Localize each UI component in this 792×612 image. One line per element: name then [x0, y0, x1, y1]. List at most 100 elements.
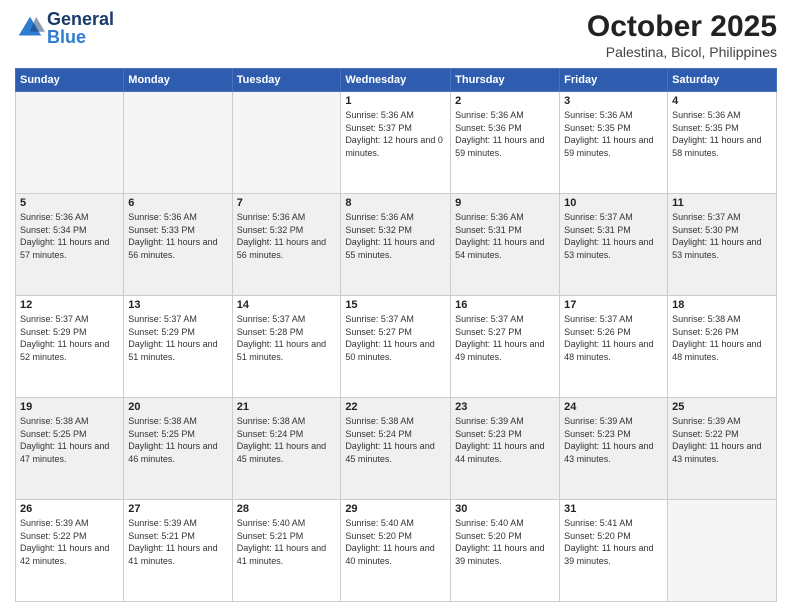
title-area: October 2025 Palestina, Bicol, Philippin…: [587, 10, 777, 60]
day-info: Sunrise: 5:40 AMSunset: 5:21 PMDaylight:…: [237, 517, 337, 567]
weekday-header: Monday: [124, 69, 232, 92]
calendar-day: 13 Sunrise: 5:37 AMSunset: 5:29 PMDayligh…: [124, 296, 232, 398]
calendar-day: 26 Sunrise: 5:39 AMSunset: 5:22 PMDayligh…: [16, 500, 124, 602]
weekday-header: Sunday: [16, 69, 124, 92]
weekday-header: Saturday: [668, 69, 777, 92]
day-number: 3: [564, 95, 663, 107]
day-number: 8: [345, 197, 446, 209]
header: General Blue October 2025 Palestina, Bic…: [15, 10, 777, 60]
day-number: 20: [128, 401, 227, 413]
calendar-day: 16 Sunrise: 5:37 AMSunset: 5:27 PMDayligh…: [451, 296, 560, 398]
day-number: 26: [20, 503, 119, 515]
day-info: Sunrise: 5:37 AMSunset: 5:27 PMDaylight:…: [455, 313, 555, 363]
day-info: Sunrise: 5:36 AMSunset: 5:32 PMDaylight:…: [237, 211, 337, 261]
header-row: SundayMondayTuesdayWednesdayThursdayFrid…: [16, 69, 777, 92]
calendar-day: 2 Sunrise: 5:36 AMSunset: 5:36 PMDaylight…: [451, 92, 560, 194]
day-info: Sunrise: 5:37 AMSunset: 5:30 PMDaylight:…: [672, 211, 772, 261]
day-number: 2: [455, 95, 555, 107]
day-number: 22: [345, 401, 446, 413]
day-info: Sunrise: 5:37 AMSunset: 5:31 PMDaylight:…: [564, 211, 663, 261]
calendar-day: 21 Sunrise: 5:38 AMSunset: 5:24 PMDayligh…: [232, 398, 341, 500]
day-number: 6: [128, 197, 227, 209]
day-info: Sunrise: 5:36 AMSunset: 5:32 PMDaylight:…: [345, 211, 446, 261]
day-info: Sunrise: 5:36 AMSunset: 5:36 PMDaylight:…: [455, 109, 555, 159]
day-number: 12: [20, 299, 119, 311]
day-number: 16: [455, 299, 555, 311]
logo-icon: [15, 13, 45, 43]
day-number: 21: [237, 401, 337, 413]
calendar-week: 19 Sunrise: 5:38 AMSunset: 5:25 PMDayligh…: [16, 398, 777, 500]
day-info: Sunrise: 5:36 AMSunset: 5:34 PMDaylight:…: [20, 211, 119, 261]
calendar-day: 7 Sunrise: 5:36 AMSunset: 5:32 PMDaylight…: [232, 194, 341, 296]
day-number: 23: [455, 401, 555, 413]
day-info: Sunrise: 5:39 AMSunset: 5:22 PMDaylight:…: [20, 517, 119, 567]
day-info: Sunrise: 5:37 AMSunset: 5:26 PMDaylight:…: [564, 313, 663, 363]
calendar-day: 14Sunrise: 5:37 AMSunset: 5:28 PMDayligh…: [232, 296, 341, 398]
day-number: 7: [237, 197, 337, 209]
calendar-day: [668, 500, 777, 602]
calendar-day: 19Sunrise: 5:38 AMSunset: 5:25 PMDayligh…: [16, 398, 124, 500]
day-info: Sunrise: 5:38 AMSunset: 5:25 PMDaylight:…: [128, 415, 227, 465]
calendar-day: 28 Sunrise: 5:40 AMSunset: 5:21 PMDayligh…: [232, 500, 341, 602]
calendar-day: 25Sunrise: 5:39 AMSunset: 5:22 PMDayligh…: [668, 398, 777, 500]
day-info: Sunrise: 5:39 AMSunset: 5:23 PMDaylight:…: [455, 415, 555, 465]
calendar-week: 26 Sunrise: 5:39 AMSunset: 5:22 PMDayligh…: [16, 500, 777, 602]
calendar-day: [232, 92, 341, 194]
calendar-week: 12 Sunrise: 5:37 AMSunset: 5:29 PMDayligh…: [16, 296, 777, 398]
day-number: 19: [20, 401, 119, 413]
calendar-week: 5 Sunrise: 5:36 AMSunset: 5:34 PMDaylight…: [16, 194, 777, 296]
calendar-day: 31Sunrise: 5:41 AMSunset: 5:20 PMDayligh…: [560, 500, 668, 602]
day-info: Sunrise: 5:36 AMSunset: 5:37 PMDaylight:…: [345, 109, 446, 159]
calendar-day: 22 Sunrise: 5:38 AMSunset: 5:24 PMDayligh…: [341, 398, 451, 500]
day-info: Sunrise: 5:36 AMSunset: 5:35 PMDaylight:…: [672, 109, 772, 159]
day-number: 9: [455, 197, 555, 209]
calendar-day: 4 Sunrise: 5:36 AMSunset: 5:35 PMDaylight…: [668, 92, 777, 194]
day-number: 13: [128, 299, 227, 311]
location: Palestina, Bicol, Philippines: [587, 44, 777, 60]
day-number: 18: [672, 299, 772, 311]
calendar-day: 5 Sunrise: 5:36 AMSunset: 5:34 PMDaylight…: [16, 194, 124, 296]
day-info: Sunrise: 5:38 AMSunset: 5:26 PMDaylight:…: [672, 313, 772, 363]
day-info: Sunrise: 5:36 AMSunset: 5:35 PMDaylight:…: [564, 109, 663, 159]
day-info: Sunrise: 5:38 AMSunset: 5:24 PMDaylight:…: [237, 415, 337, 465]
day-number: 25: [672, 401, 772, 413]
calendar-day: 24Sunrise: 5:39 AMSunset: 5:23 PMDayligh…: [560, 398, 668, 500]
calendar: SundayMondayTuesdayWednesdayThursdayFrid…: [15, 68, 777, 602]
day-number: 4: [672, 95, 772, 107]
day-info: Sunrise: 5:39 AMSunset: 5:23 PMDaylight:…: [564, 415, 663, 465]
calendar-day: [16, 92, 124, 194]
day-info: Sunrise: 5:39 AMSunset: 5:21 PMDaylight:…: [128, 517, 227, 567]
calendar-day: 10Sunrise: 5:37 AMSunset: 5:31 PMDayligh…: [560, 194, 668, 296]
calendar-week: 1 Sunrise: 5:36 AMSunset: 5:37 PMDaylight…: [16, 92, 777, 194]
weekday-header: Thursday: [451, 69, 560, 92]
day-info: Sunrise: 5:41 AMSunset: 5:20 PMDaylight:…: [564, 517, 663, 567]
calendar-day: 9 Sunrise: 5:36 AMSunset: 5:31 PMDaylight…: [451, 194, 560, 296]
calendar-day: 12Sunrise: 5:37 AMSunset: 5:29 PMDayligh…: [16, 296, 124, 398]
weekday-header: Wednesday: [341, 69, 451, 92]
day-number: 11: [672, 197, 772, 209]
day-number: 5: [20, 197, 119, 209]
day-number: 28: [237, 503, 337, 515]
weekday-header: Friday: [560, 69, 668, 92]
month-title: October 2025: [587, 10, 777, 44]
day-info: Sunrise: 5:36 AMSunset: 5:33 PMDaylight:…: [128, 211, 227, 261]
calendar-day: 17 Sunrise: 5:37 AMSunset: 5:26 PMDayligh…: [560, 296, 668, 398]
weekday-header: Tuesday: [232, 69, 341, 92]
day-number: 17: [564, 299, 663, 311]
calendar-day: 27Sunrise: 5:39 AMSunset: 5:21 PMDayligh…: [124, 500, 232, 602]
day-info: Sunrise: 5:40 AMSunset: 5:20 PMDaylight:…: [455, 517, 555, 567]
day-info: Sunrise: 5:36 AMSunset: 5:31 PMDaylight:…: [455, 211, 555, 261]
calendar-day: 20 Sunrise: 5:38 AMSunset: 5:25 PMDayligh…: [124, 398, 232, 500]
day-number: 1: [345, 95, 446, 107]
calendar-day: 6 Sunrise: 5:36 AMSunset: 5:33 PMDaylight…: [124, 194, 232, 296]
logo: General Blue: [15, 10, 114, 46]
calendar-day: 18 Sunrise: 5:38 AMSunset: 5:26 PMDayligh…: [668, 296, 777, 398]
calendar-day: 8 Sunrise: 5:36 AMSunset: 5:32 PMDaylight…: [341, 194, 451, 296]
calendar-day: 23 Sunrise: 5:39 AMSunset: 5:23 PMDayligh…: [451, 398, 560, 500]
calendar-day: 29Sunrise: 5:40 AMSunset: 5:20 PMDayligh…: [341, 500, 451, 602]
day-number: 14: [237, 299, 337, 311]
calendar-day: 15Sunrise: 5:37 AMSunset: 5:27 PMDayligh…: [341, 296, 451, 398]
day-number: 29: [345, 503, 446, 515]
day-info: Sunrise: 5:37 AMSunset: 5:29 PMDaylight:…: [128, 313, 227, 363]
day-info: Sunrise: 5:38 AMSunset: 5:24 PMDaylight:…: [345, 415, 446, 465]
